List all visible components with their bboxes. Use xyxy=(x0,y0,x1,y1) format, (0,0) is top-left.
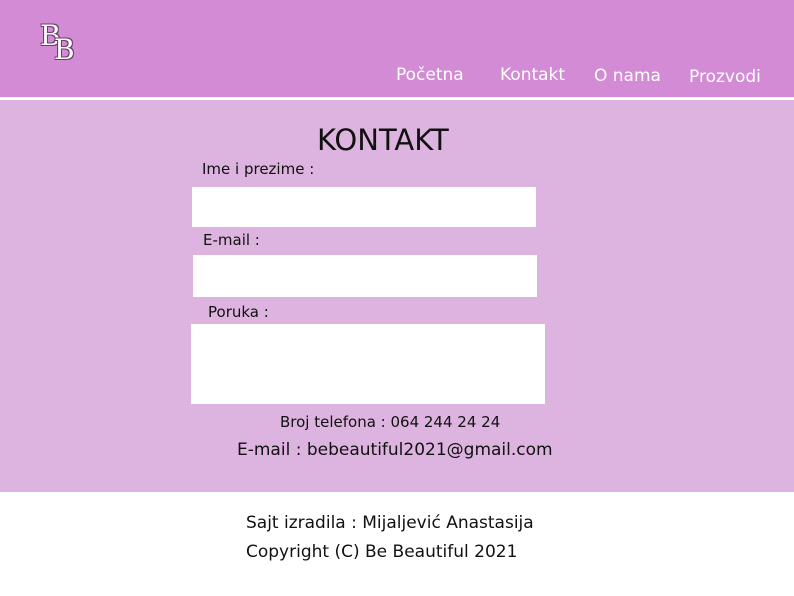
email-input[interactable] xyxy=(193,255,537,297)
page-title: KONTAKT xyxy=(317,123,449,157)
footer-copyright: Copyright (C) Be Beautiful 2021 xyxy=(246,542,518,562)
message-textarea[interactable] xyxy=(191,324,545,404)
site-logo[interactable]: B B xyxy=(40,20,84,66)
phone-info: Broj telefona : 064 244 24 24 xyxy=(280,413,501,431)
nav-link-pocetna[interactable]: Početna xyxy=(396,65,464,85)
nav-link-proizvodi[interactable]: Prozvodi xyxy=(689,67,761,87)
name-label: Ime i prezime : xyxy=(202,160,315,178)
email-label: E-mail : xyxy=(203,231,260,249)
email-info: E-mail : bebeautiful2021@gmail.com xyxy=(237,440,553,460)
nav-link-o-nama[interactable]: O nama xyxy=(594,66,661,86)
logo-letter-2: B xyxy=(54,33,75,66)
message-label: Poruka : xyxy=(208,303,269,321)
footer-author: Sajt izradila : Mijaljević Anastasija xyxy=(246,513,534,533)
nav-link-kontakt[interactable]: Kontakt xyxy=(500,65,565,85)
name-input[interactable] xyxy=(192,187,536,227)
